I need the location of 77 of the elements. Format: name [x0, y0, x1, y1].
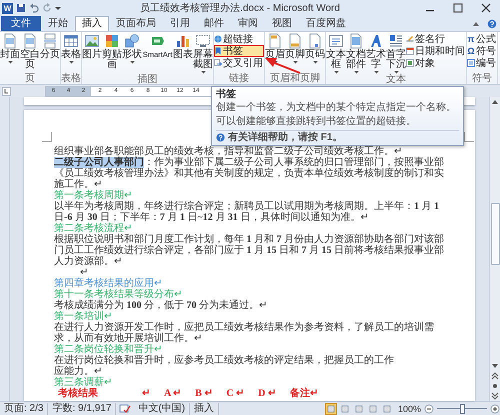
group-label: 插图: [136, 74, 158, 85]
table-cell: 备注↵: [290, 388, 318, 399]
group-label: 符号: [471, 73, 493, 84]
group-label: 页眉和页脚: [269, 73, 321, 84]
chapter-heading: 第四章考核结果的应用↵: [54, 278, 163, 289]
ribbon-button[interactable]: 表格: [61, 33, 81, 64]
ribbon-button[interactable]: 首字下沉: [386, 33, 406, 74]
group-label: 表格: [61, 73, 81, 84]
ribbon-tab[interactable]: 页面布局: [109, 16, 163, 31]
tooltip-title: 书签: [216, 89, 237, 100]
table-cell: D ↵: [258, 388, 276, 399]
help-text: 有关详细帮助，请按 F1。: [228, 132, 342, 143]
table-cell: ↵: [142, 388, 150, 399]
language-indicator[interactable]: 中文(中国): [134, 402, 190, 414]
paragraph: 考核成绩满分为 100 分，低于 70 分为未通过。↵: [54, 300, 268, 311]
ribbon-tab[interactable]: 插入: [75, 16, 109, 31]
insert-mode-indicator[interactable]: 插入: [190, 402, 220, 414]
table-cell-text: 考核结果: [57, 388, 98, 399]
table-cell: A ↵: [164, 388, 182, 399]
window-title: 员工绩效考核管理办法.docx - Microsoft Word: [139, 2, 341, 15]
group-label: 链接: [228, 73, 250, 84]
tooltip-text: 可以创建能够直接跳转到书签位置的超链接。: [216, 116, 417, 127]
ribbon-tab[interactable]: 邮件: [197, 16, 231, 31]
ribbon-button[interactable]: 超链接: [214, 33, 264, 45]
paragraph: 在进行人力资源开发工作时，应把员工绩效考核结果作为参考资料，了解员工的培训需求，从而有效地开展培训工作。↵: [54, 322, 435, 344]
ribbon-button[interactable]: 页脚: [285, 33, 305, 64]
ribbon-tab[interactable]: 视图: [265, 16, 299, 31]
ribbon-button[interactable]: 空白页: [20, 33, 40, 70]
ribbon-button[interactable]: 文本框: [326, 33, 346, 74]
ribbon-button[interactable]: 艺术字: [366, 33, 386, 74]
article-heading: 第二条考核流程↵: [54, 223, 132, 234]
tooltip-text: 创建一个书签，为文档中的某个特定点指定一个名称。: [216, 102, 457, 113]
article-heading: 第一条培训↵: [54, 311, 113, 322]
ribbon-button[interactable]: 签名行: [406, 33, 466, 45]
ribbon-button[interactable]: 文档部件: [346, 33, 366, 74]
group-label: 文本: [385, 74, 407, 85]
ribbon-tab[interactable]: 审阅: [231, 16, 265, 31]
paragraph-mark: ↵: [80, 267, 88, 278]
ribbon-button[interactable]: Ω符号: [467, 45, 497, 57]
ribbon-button[interactable]: 页码: [305, 33, 325, 64]
table-cell: C ↵: [226, 388, 244, 399]
paragraph: 在进行岗位轮换和晋升时，应参考员工绩效考核的评定结果，把握员工的工作: [54, 355, 395, 366]
ribbon-button[interactable]: 封面: [0, 33, 20, 64]
ribbon-button[interactable]: 书签: [214, 45, 264, 57]
ribbon-button[interactable]: 分页: [40, 33, 60, 60]
paragraph: 以半年为考核周期，年终进行综合评定；新聘员工以试用期为考核周期。上半年：1 月 1 日-6 月 30 日；下半年：7 月 1 日~12 月 31 日，具体时间以通知为准。↵: [54, 201, 440, 223]
ribbon-tab[interactable]: 开始: [41, 16, 75, 31]
article-heading: 第一条考核周期↵: [54, 190, 132, 201]
ribbon-tab[interactable]: 百度网盘: [299, 16, 353, 31]
article-heading: 第三条调薪↵: [54, 377, 113, 388]
page-indicator[interactable]: 页面: 2/3: [0, 402, 48, 414]
ribbon-button[interactable]: 编号: [467, 57, 497, 69]
ribbon-button[interactable]: 形状: [122, 33, 142, 64]
table-cell: B ↵: [195, 388, 212, 399]
ribbon-button[interactable]: 屏幕截图: [193, 33, 213, 74]
zoom-level[interactable]: 100%: [398, 404, 421, 414]
paragraph: 组织事业部各职能部员工的绩效考核，指导和监督二级子公司绩效考核工作。↵: [54, 146, 402, 157]
ribbon-button[interactable]: 页眉: [265, 33, 285, 64]
group-label: 页: [24, 73, 36, 84]
ribbon-tab[interactable]: 文件: [1, 16, 41, 31]
ribbon-button[interactable]: 对象: [406, 57, 466, 69]
word-logo[interactable]: W: [2, 2, 13, 14]
ribbon-button[interactable]: 交叉引用: [214, 57, 264, 69]
ribbon-tab[interactable]: 引用: [163, 16, 197, 31]
ribbon-button[interactable]: 图片: [82, 33, 102, 60]
paragraph: 应能力。↵: [54, 366, 102, 377]
article-heading: 第二条岗位轮换和晋升↵: [54, 344, 162, 355]
ribbon-button[interactable]: π公式: [467, 33, 497, 45]
ribbon-button[interactable]: 日期和时间: [406, 45, 466, 57]
article-heading: 第十一条考核结果等级分布↵: [54, 289, 183, 300]
paragraph: 根据职位说明书和部门月度工作计划，每年 1 月和 7 月份由人力资源部协助各部门对该部门员工工作绩效进行综合评定，各部门应于 1 月 15 日和 7 月 15 日前将考核结果报事业部人力资源部。↵: [54, 234, 445, 267]
word-count[interactable]: 字数: 9/1,917: [48, 402, 116, 414]
symbol-icon: Ω: [467, 46, 475, 56]
symbol-icon: π: [467, 34, 475, 44]
ribbon-button[interactable]: 剪贴画: [102, 33, 122, 70]
paragraph: 二级子公司人事部门：作为事业部下属二级子公司人事系统的归口管理部门，按照事业部《员工绩效考核管理办法》和其他有关制度的规定，负责本单位绩效考核制度的制订和实施工作。↵: [54, 157, 445, 190]
ribbon-button[interactable]: 图表: [173, 33, 193, 60]
